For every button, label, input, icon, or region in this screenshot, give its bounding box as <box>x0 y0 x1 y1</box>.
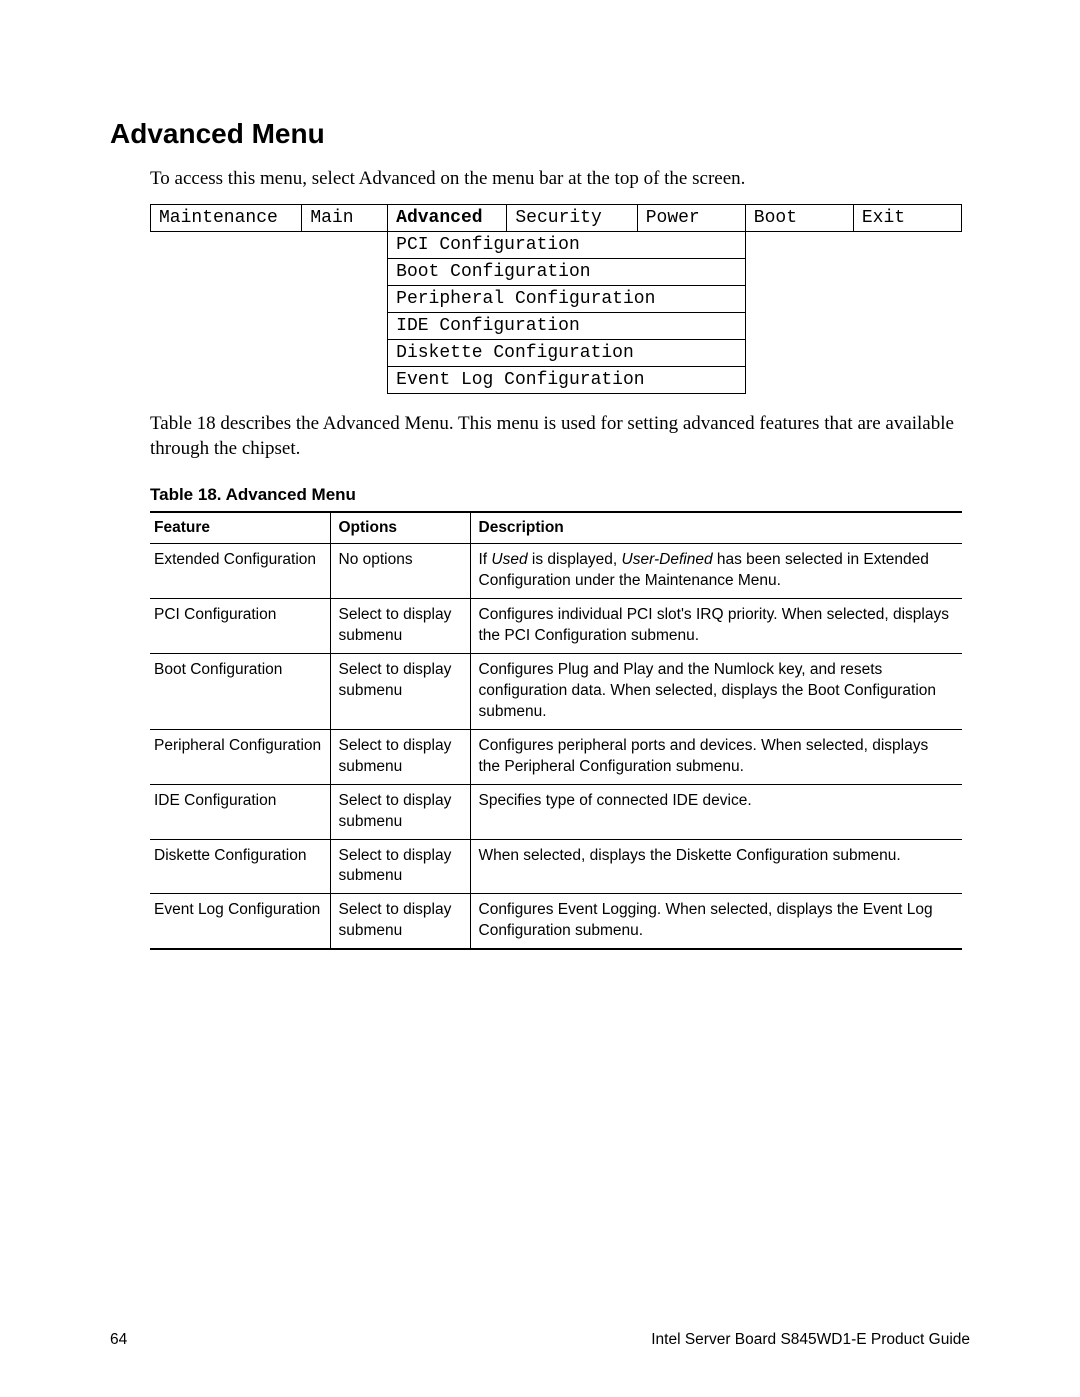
page-footer: 64 Intel Server Board S845WD1-E Product … <box>110 1331 970 1349</box>
submenu-item: PCI Configuration <box>388 232 746 259</box>
cell-options: Select to display submenu <box>330 654 470 730</box>
col-header-options: Options <box>330 512 470 544</box>
cell-feature: Extended Configuration <box>150 544 330 599</box>
cell-options: Select to display submenu <box>330 599 470 654</box>
submenu-item: Event Log Configuration <box>388 367 746 394</box>
menu-item-security: Security <box>507 205 637 232</box>
cell-options: Select to display submenu <box>330 839 470 894</box>
cell-feature: Boot Configuration <box>150 654 330 730</box>
table-row: Extended Configuration No options If Use… <box>150 544 962 599</box>
cell-feature: Peripheral Configuration <box>150 729 330 784</box>
feature-table: Feature Options Description Extended Con… <box>150 511 962 950</box>
doc-title: Intel Server Board S845WD1-E Product Gui… <box>651 1331 970 1349</box>
cell-feature: Diskette Configuration <box>150 839 330 894</box>
table-row: Boot Configuration Select to display sub… <box>150 654 962 730</box>
section-heading: Advanced Menu <box>110 118 970 150</box>
table-description: Table 18 describes the Advanced Menu. Th… <box>150 412 970 461</box>
cell-feature: PCI Configuration <box>150 599 330 654</box>
cell-options: Select to display submenu <box>330 894 470 949</box>
cell-description: When selected, displays the Diskette Con… <box>470 839 962 894</box>
menu-item-exit: Exit <box>853 205 961 232</box>
table-row: Event Log Configuration Select to displa… <box>150 894 962 949</box>
table-row: IDE Configuration Select to display subm… <box>150 784 962 839</box>
submenu-item: IDE Configuration <box>388 313 746 340</box>
table-header-row: Feature Options Description <box>150 512 962 544</box>
cell-options: Select to display submenu <box>330 729 470 784</box>
menu-item-main: Main <box>302 205 388 232</box>
cell-feature: Event Log Configuration <box>150 894 330 949</box>
cell-feature: IDE Configuration <box>150 784 330 839</box>
col-header-feature: Feature <box>150 512 330 544</box>
cell-description: Configures Event Logging. When selected,… <box>470 894 962 949</box>
menu-item-power: Power <box>637 205 745 232</box>
menu-item-advanced: Advanced <box>388 205 507 232</box>
submenu-item: Boot Configuration <box>388 259 746 286</box>
table-caption: Table 18. Advanced Menu <box>150 485 970 505</box>
menu-item-boot: Boot <box>745 205 853 232</box>
menu-bar-row: Maintenance Main Advanced Security Power… <box>151 205 962 232</box>
cell-description: If Used is displayed, User-Defined has b… <box>470 544 962 599</box>
submenu-item: Peripheral Configuration <box>388 286 746 313</box>
table-row: Diskette Configuration Select to display… <box>150 839 962 894</box>
cell-options: Select to display submenu <box>330 784 470 839</box>
table-row: PCI Configuration Select to display subm… <box>150 599 962 654</box>
cell-options: No options <box>330 544 470 599</box>
col-header-description: Description <box>470 512 962 544</box>
table-row: Peripheral Configuration Select to displ… <box>150 729 962 784</box>
intro-paragraph: To access this menu, select Advanced on … <box>150 168 970 190</box>
submenu-item: Diskette Configuration <box>388 340 746 367</box>
cell-description: Configures peripheral ports and devices.… <box>470 729 962 784</box>
menu-item-maintenance: Maintenance <box>151 205 302 232</box>
page-number: 64 <box>110 1331 127 1349</box>
cell-description: Configures Plug and Play and the Numlock… <box>470 654 962 730</box>
bios-menu-diagram: Maintenance Main Advanced Security Power… <box>150 204 962 394</box>
cell-description: Specifies type of connected IDE device. <box>470 784 962 839</box>
cell-description: Configures individual PCI slot's IRQ pri… <box>470 599 962 654</box>
